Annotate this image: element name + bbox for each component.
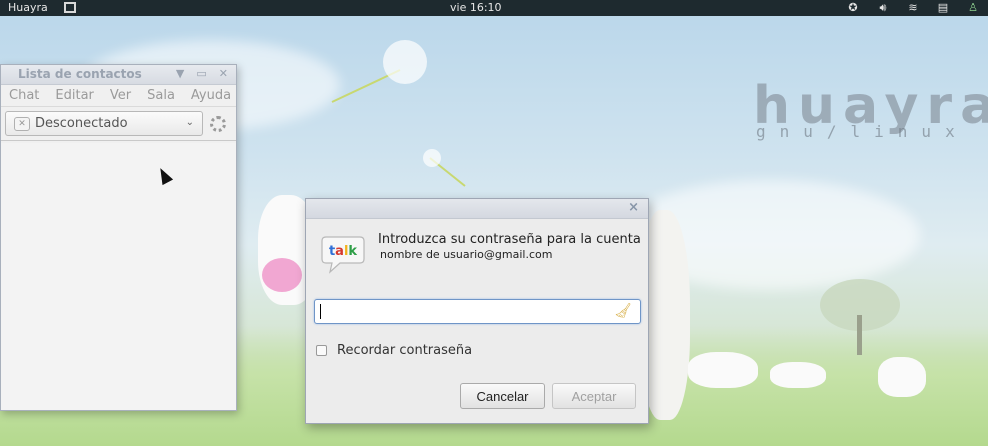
clipboard-icon[interactable]: ▤ (936, 1, 950, 15)
huayra-logo-subtitle: gnu/linux (756, 122, 969, 141)
password-input[interactable]: 🧹︎ (314, 299, 641, 324)
wallpaper-cow (688, 352, 758, 388)
wifi-icon[interactable]: ≋ (906, 1, 920, 15)
text-caret (320, 304, 321, 319)
maximize-icon[interactable]: ▭ (196, 67, 206, 80)
connecting-spinner-icon (210, 116, 226, 132)
user-icon[interactable]: ♙ (966, 1, 980, 15)
chevron-down-icon: ⌄ (185, 117, 194, 128)
clock[interactable]: vie 16:10 (450, 1, 502, 14)
google-talk-icon: talk (321, 236, 365, 274)
close-icon[interactable]: × (628, 200, 639, 215)
menu-ver[interactable]: Ver (110, 88, 131, 103)
activities-button[interactable]: Huayra (8, 1, 48, 14)
status-selector[interactable]: ✕ Desconectado ⌄ (5, 111, 203, 136)
status-label: Desconectado (35, 116, 128, 131)
cow-nose (262, 258, 302, 292)
wallpaper-cow (878, 357, 926, 397)
window-overview-icon[interactable] (64, 2, 76, 13)
contact-list-window: Lista de contactos ▼ ▭ ✕ Chat Editar Ver… (0, 64, 237, 411)
accessibility-icon[interactable]: ✪ (846, 1, 860, 15)
remember-password-label: Recordar contraseña (337, 343, 473, 358)
dialog-titlebar[interactable]: × (306, 199, 648, 219)
cancel-button[interactable]: Cancelar (460, 383, 545, 409)
offline-status-icon: ✕ (14, 116, 30, 131)
clear-field-icon[interactable]: 🧹︎ (614, 303, 632, 319)
volume-icon[interactable]: 🔊︎ (876, 1, 890, 15)
password-prompt: Introduzca su contraseña para la cuenta (378, 232, 641, 247)
top-panel: Huayra vie 16:10 ✪ 🔊︎ ≋ ▤ ♙ (0, 0, 988, 16)
close-icon[interactable]: ✕ (219, 67, 228, 80)
minimize-icon[interactable]: ▼ (176, 67, 184, 80)
system-tray: ✪ 🔊︎ ≋ ▤ ♙ (846, 1, 980, 15)
menu-editar[interactable]: Editar (55, 88, 94, 103)
dandelion-seed (331, 40, 427, 103)
menu-sala[interactable]: Sala (147, 88, 175, 103)
window-controls: ▼ ▭ ✕ (176, 67, 228, 80)
wallpaper-tree (820, 279, 900, 355)
menu-bar: Chat Editar Ver Sala Ayuda (1, 85, 236, 107)
accept-button[interactable]: Aceptar (552, 383, 636, 409)
account-name: nombre de usuario@gmail.com (380, 248, 553, 261)
remember-password-option[interactable]: Recordar contraseña (316, 343, 472, 358)
menu-chat[interactable]: Chat (9, 88, 39, 103)
window-title: Lista de contactos (18, 67, 142, 81)
dandelion-seed (423, 149, 466, 187)
remember-password-checkbox[interactable] (316, 345, 327, 356)
status-row: ✕ Desconectado ⌄ (1, 107, 236, 141)
svg-text:talk: talk (329, 244, 357, 259)
wallpaper-cow (770, 362, 826, 388)
password-dialog: × talk Introduzca su contraseña para la … (305, 198, 649, 424)
contact-list[interactable] (1, 143, 236, 410)
window-titlebar[interactable]: Lista de contactos ▼ ▭ ✕ (1, 65, 236, 85)
menu-ayuda[interactable]: Ayuda (191, 88, 231, 103)
